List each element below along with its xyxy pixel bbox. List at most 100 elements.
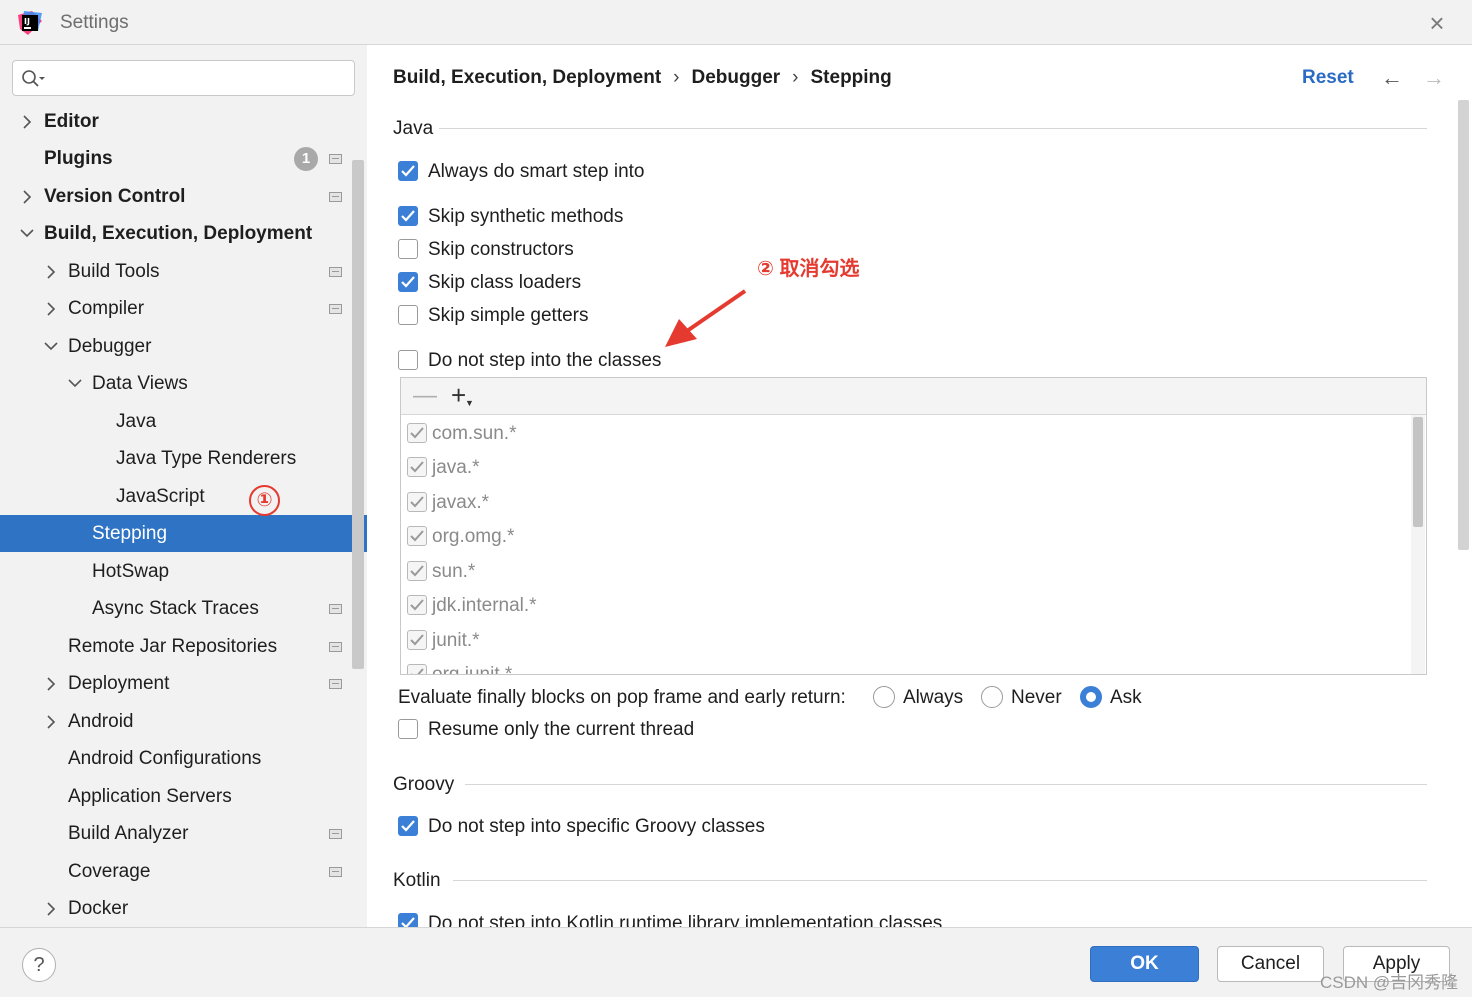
section-title-groovy: Groovy xyxy=(393,774,455,795)
sidebar-item-label: Version Control xyxy=(44,186,186,207)
add-icon[interactable]: + xyxy=(451,380,466,411)
ok-button[interactable]: OK xyxy=(1090,946,1199,982)
chevron-down-icon[interactable] xyxy=(43,328,59,365)
close-icon[interactable]: × xyxy=(1424,10,1450,36)
class-filter-pattern: javax.* xyxy=(432,492,490,513)
checkbox-checked[interactable] xyxy=(407,423,427,443)
chevron-down-icon[interactable] xyxy=(67,365,83,402)
chevron-right-icon[interactable] xyxy=(19,103,35,140)
checkbox-checked[interactable] xyxy=(398,816,418,836)
sidebar-item-label: JavaScript xyxy=(116,486,205,507)
arrow-forward-icon[interactable]: → xyxy=(1423,65,1445,91)
sidebar-item-editor[interactable]: Editor xyxy=(0,103,367,140)
plugins-update-badge: 1 xyxy=(294,147,318,171)
sidebar-item-label: Compiler xyxy=(68,298,145,319)
arrow-back-icon[interactable]: ← xyxy=(1381,65,1403,91)
project-level-icon xyxy=(329,192,342,202)
chevron-right-icon[interactable] xyxy=(43,290,59,327)
list-scrollbar-thumb[interactable] xyxy=(1413,417,1423,527)
checkbox-checked[interactable] xyxy=(407,630,427,650)
cancel-button[interactable]: Cancel xyxy=(1217,946,1324,982)
radio-ask-selected[interactable] xyxy=(1080,686,1102,708)
checkbox-checked[interactable] xyxy=(398,913,418,927)
radio-ask-label[interactable]: Ask xyxy=(1110,685,1142,711)
sidebar-item-label: Stepping xyxy=(92,523,168,544)
checkbox-unchecked[interactable] xyxy=(398,239,418,259)
sidebar-item-application-servers[interactable]: Application Servers xyxy=(0,778,367,815)
sidebar-item-android[interactable]: Android xyxy=(0,703,367,740)
checkbox-checked[interactable] xyxy=(407,595,427,615)
remove-icon[interactable]: — xyxy=(413,382,437,410)
sidebar-item-deployment[interactable]: Deployment xyxy=(0,665,367,702)
checkbox-checked[interactable] xyxy=(407,664,427,674)
help-button[interactable]: ? xyxy=(22,948,56,982)
sidebar-item-plugins[interactable]: Plugins 1 xyxy=(0,140,367,177)
checkbox-checked[interactable] xyxy=(398,161,418,181)
chevron-right-icon[interactable] xyxy=(19,178,35,215)
checkbox-checked[interactable] xyxy=(407,561,427,581)
checkbox-unchecked[interactable] xyxy=(398,719,418,739)
dropdown-caret-icon[interactable]: ▼ xyxy=(465,398,474,408)
project-level-icon xyxy=(329,642,342,652)
class-filter-pattern: org.junit.* xyxy=(432,664,513,675)
settings-main-panel: Build, Execution, Deployment › Debugger › St… xyxy=(367,45,1472,927)
sidebar-item-java-type-renderers[interactable]: Java Type Renderers xyxy=(0,440,367,477)
list-scrollbar[interactable] xyxy=(1411,415,1425,674)
sidebar-item-build-tools[interactable]: Build Tools xyxy=(0,253,367,290)
sidebar-item-label: Android Configurations xyxy=(68,748,262,769)
sidebar-item-stepping[interactable]: Stepping xyxy=(0,515,367,552)
title-bar: IJ Settings × xyxy=(0,0,1472,45)
search-icon xyxy=(22,70,45,87)
section-title-java: Java xyxy=(393,118,434,139)
checkbox-checked[interactable] xyxy=(398,206,418,226)
settings-search-input[interactable] xyxy=(53,65,343,91)
sidebar-item-hotswap[interactable]: HotSwap xyxy=(0,553,367,590)
sidebar-item-version-control[interactable]: Version Control xyxy=(0,178,367,215)
checkbox-unchecked[interactable] xyxy=(398,350,418,370)
breadcrumb-item: Stepping xyxy=(810,67,892,88)
section-divider xyxy=(453,880,1427,881)
sidebar-item-label: Android xyxy=(68,711,134,732)
checkbox-checked[interactable] xyxy=(407,492,427,512)
checkbox-checked[interactable] xyxy=(407,526,427,546)
sidebar-item-label: Java xyxy=(116,411,157,432)
chevron-down-icon[interactable] xyxy=(19,215,35,252)
reset-link[interactable]: Reset xyxy=(1302,67,1354,89)
main-scrollbar[interactable] xyxy=(1458,100,1469,550)
sidebar-item-javascript[interactable]: JavaScript xyxy=(0,478,367,515)
sidebar-item-docker[interactable]: Docker xyxy=(0,890,367,927)
settings-sidebar: Editor Plugins 1 Version Control Build, … xyxy=(0,45,367,927)
sidebar-item-debugger[interactable]: Debugger xyxy=(0,328,367,365)
sidebar-item-coverage[interactable]: Coverage xyxy=(0,853,367,890)
radio-never[interactable] xyxy=(981,686,1003,708)
svg-text:IJ: IJ xyxy=(24,17,30,26)
sidebar-item-compiler[interactable]: Compiler xyxy=(0,290,367,327)
sidebar-item-label: Debugger xyxy=(68,336,152,357)
sidebar-item-android-configurations[interactable]: Android Configurations xyxy=(0,740,367,777)
chevron-right-icon[interactable] xyxy=(43,703,59,740)
sidebar-item-label: Application Servers xyxy=(68,786,232,807)
settings-search-box[interactable] xyxy=(12,60,355,96)
checkbox-checked[interactable] xyxy=(398,272,418,292)
radio-never-label[interactable]: Never xyxy=(1011,685,1062,711)
radio-always[interactable] xyxy=(873,686,895,708)
sidebar-item-label: Build Analyzer xyxy=(68,823,189,844)
chevron-right-icon[interactable] xyxy=(43,665,59,702)
annotation-arrow-icon xyxy=(665,289,747,347)
checkbox-unchecked[interactable] xyxy=(398,305,418,325)
chevron-right-icon[interactable] xyxy=(43,890,59,927)
checkbox-checked[interactable] xyxy=(407,457,427,477)
sidebar-scrollbar[interactable] xyxy=(352,160,364,669)
sidebar-item-async-stack-traces[interactable]: Async Stack Traces xyxy=(0,590,367,627)
checkbox-label: Resume only the current thread xyxy=(428,719,695,740)
project-level-icon xyxy=(329,679,342,689)
sidebar-item-remote-jar-repositories[interactable]: Remote Jar Repositories xyxy=(0,628,367,665)
radio-always-label[interactable]: Always xyxy=(903,685,963,711)
sidebar-item-data-views[interactable]: Data Views xyxy=(0,365,367,402)
sidebar-item-build-execution-deployment[interactable]: Build, Execution, Deployment xyxy=(0,215,367,252)
watermark: CSDN @吉冈秀隆 xyxy=(1320,973,1459,992)
sidebar-item-build-analyzer[interactable]: Build Analyzer xyxy=(0,815,367,852)
chevron-right-icon[interactable] xyxy=(43,253,59,290)
sidebar-item-label: Data Views xyxy=(92,373,188,394)
sidebar-item-data-views-java[interactable]: Java xyxy=(0,403,367,440)
